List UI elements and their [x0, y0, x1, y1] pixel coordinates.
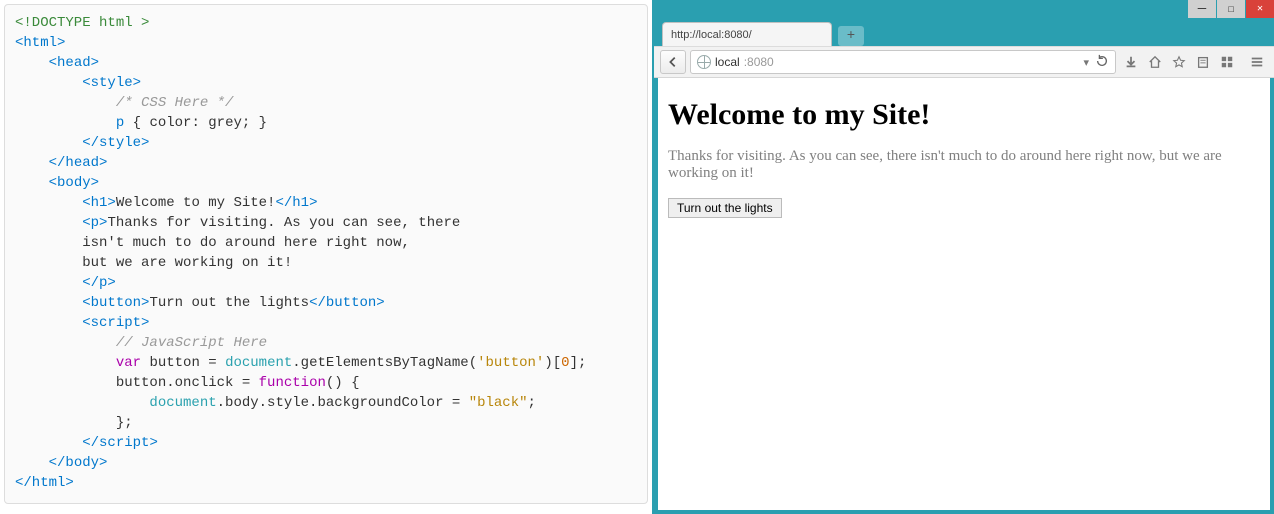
browser-window: — ☐ ✕ http://local:8080/ + local :8080 ▾	[652, 0, 1274, 514]
window-titlebar: — ☐ ✕	[654, 0, 1274, 18]
downloads-button[interactable]	[1120, 50, 1142, 74]
tab-strip: http://local:8080/ +	[654, 18, 1274, 46]
home-button[interactable]	[1144, 50, 1166, 74]
navigation-toolbar: local :8080 ▾	[654, 46, 1274, 78]
address-bar[interactable]: local :8080 ▾	[690, 50, 1116, 74]
menu-button[interactable]	[1246, 50, 1268, 74]
page-heading: Welcome to my Site!	[668, 98, 1260, 132]
source-code: <!DOCTYPE html ><html> <head> <style> /*…	[15, 13, 637, 493]
reload-button[interactable]	[1095, 54, 1109, 71]
page-content: Welcome to my Site! Thanks for visiting.…	[658, 78, 1270, 510]
turn-out-lights-button[interactable]: Turn out the lights	[668, 198, 782, 218]
clipboard-icon	[1196, 55, 1210, 69]
grid-icon	[1220, 55, 1234, 69]
tab-title: http://local:8080/	[671, 29, 752, 41]
new-tab-button[interactable]: +	[838, 26, 864, 46]
reload-icon	[1095, 54, 1109, 68]
addons-button[interactable]	[1216, 50, 1238, 74]
globe-icon	[697, 55, 711, 69]
code-editor-panel: <!DOCTYPE html ><html> <head> <style> /*…	[4, 4, 648, 504]
window-minimize-button[interactable]: —	[1188, 0, 1216, 18]
download-icon	[1124, 55, 1138, 69]
browser-tab[interactable]: http://local:8080/	[662, 22, 832, 46]
dropdown-icon[interactable]: ▾	[1083, 56, 1089, 69]
url-host: local	[715, 55, 740, 69]
reading-list-button[interactable]	[1192, 50, 1214, 74]
hamburger-icon	[1250, 55, 1264, 69]
back-button[interactable]	[660, 50, 686, 74]
window-close-button[interactable]: ✕	[1246, 0, 1274, 18]
window-maximize-button[interactable]: ☐	[1217, 0, 1245, 18]
bookmark-button[interactable]	[1168, 50, 1190, 74]
page-paragraph: Thanks for visiting. As you can see, the…	[668, 148, 1260, 182]
home-icon	[1148, 55, 1162, 69]
star-icon	[1172, 55, 1186, 69]
arrow-left-icon	[666, 55, 680, 69]
url-port: :8080	[744, 55, 774, 69]
